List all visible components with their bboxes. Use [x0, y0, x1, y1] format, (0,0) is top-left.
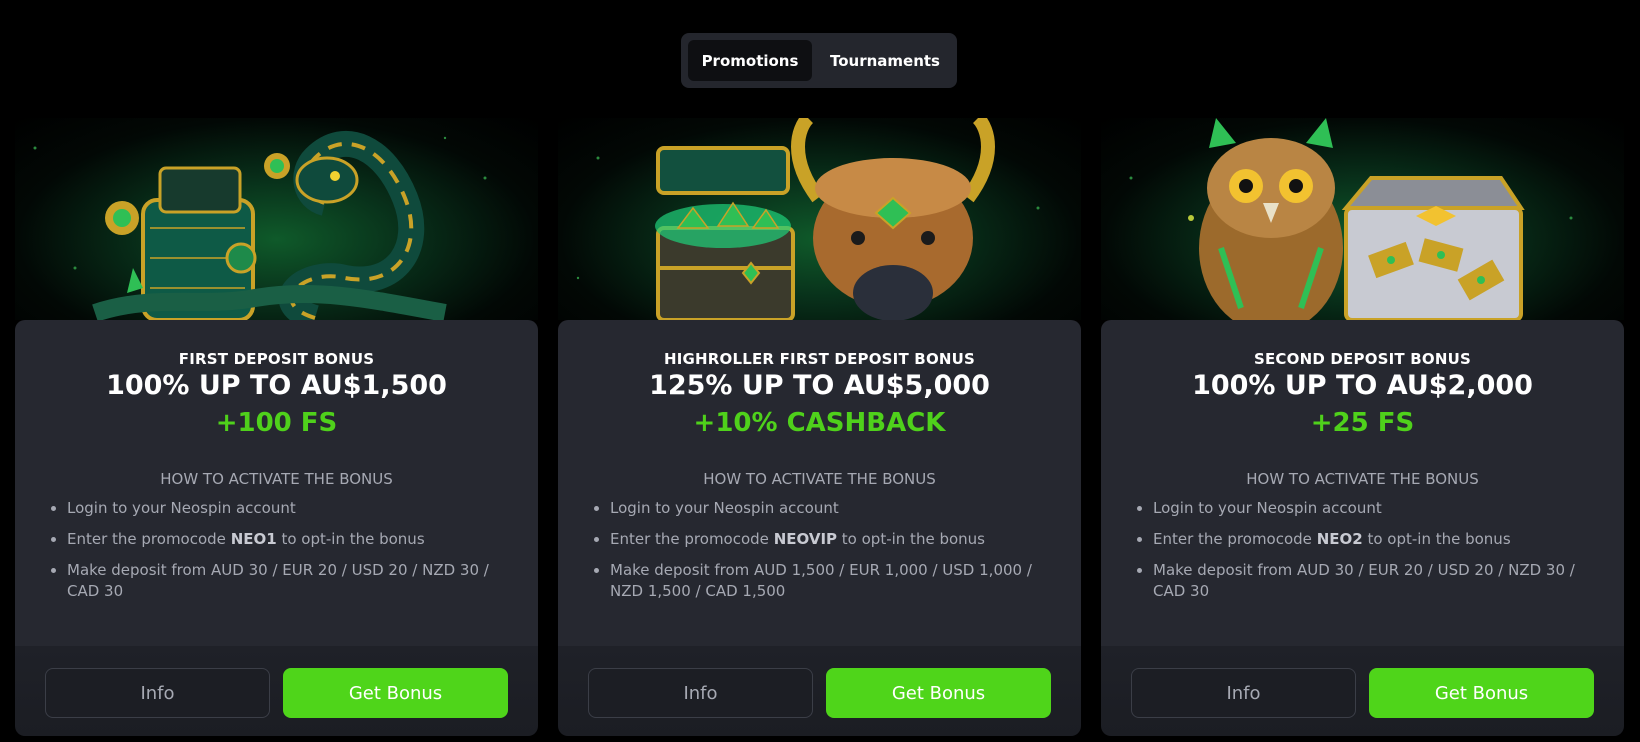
bonus-extra: +10% CASHBACK	[693, 408, 946, 438]
step-deposit: Make deposit from AUD 30 / EUR 20 / USD …	[67, 560, 517, 602]
bull-chest-illustration	[558, 118, 1081, 320]
bonus-card-footer: Info Get Bonus	[15, 646, 538, 736]
step-promocode: Enter the promocode NEO1 to opt-in the b…	[67, 529, 517, 550]
info-button[interactable]: Info	[45, 668, 270, 718]
bonus-extra: +100 FS	[215, 408, 338, 438]
promocode: NEO1	[230, 530, 277, 548]
get-bonus-button[interactable]: Get Bonus	[283, 668, 508, 718]
howto-heading: HOW TO ACTIVATE THE BONUS	[160, 470, 393, 488]
step-login: Login to your Neospin account	[1153, 498, 1603, 519]
step-deposit: Make deposit from AUD 1,500 / EUR 1,000 …	[610, 560, 1060, 602]
activation-steps: Login to your Neospin account Enter the …	[592, 498, 1060, 612]
step-promocode: Enter the promocode NEOVIP to opt-in the…	[610, 529, 1060, 550]
step-login: Login to your Neospin account	[610, 498, 1060, 519]
bonus-extra: +25 FS	[1310, 408, 1415, 438]
step-promocode: Enter the promocode NEO2 to opt-in the b…	[1153, 529, 1603, 550]
step-login: Login to your Neospin account	[67, 498, 517, 519]
bonus-card-first-deposit: FIRST DEPOSIT BONUS 100% UP TO AU$1,500 …	[15, 118, 538, 736]
promo-tabs: Promotions Tournaments	[681, 33, 957, 88]
bonus-card-body: SECOND DEPOSIT BONUS 100% UP TO AU$2,000…	[1101, 320, 1624, 646]
bonus-card-footer: Info Get Bonus	[558, 646, 1081, 736]
bonus-card-footer: Info Get Bonus	[1101, 646, 1624, 736]
bonus-card-body: FIRST DEPOSIT BONUS 100% UP TO AU$1,500 …	[15, 320, 538, 646]
bonus-card-second-deposit: SECOND DEPOSIT BONUS 100% UP TO AU$2,000…	[1101, 118, 1624, 736]
bonus-card-highroller: HIGHROLLER FIRST DEPOSIT BONUS 125% UP T…	[558, 118, 1081, 736]
bonus-card-body: HIGHROLLER FIRST DEPOSIT BONUS 125% UP T…	[558, 320, 1081, 646]
activation-steps: Login to your Neospin account Enter the …	[1135, 498, 1603, 612]
bonus-title: HIGHROLLER FIRST DEPOSIT BONUS	[663, 350, 976, 368]
howto-heading: HOW TO ACTIVATE THE BONUS	[703, 470, 936, 488]
bonus-headline: 125% UP TO AU$5,000	[649, 370, 990, 401]
bonus-title: FIRST DEPOSIT BONUS	[178, 350, 375, 368]
promocode: NEO2	[1316, 530, 1363, 548]
info-button[interactable]: Info	[1131, 668, 1356, 718]
get-bonus-button[interactable]: Get Bonus	[826, 668, 1051, 718]
activation-steps: Login to your Neospin account Enter the …	[49, 498, 517, 612]
get-bonus-button[interactable]: Get Bonus	[1369, 668, 1594, 718]
promocode: NEOVIP	[773, 530, 838, 548]
bonus-headline: 100% UP TO AU$2,000	[1192, 370, 1533, 401]
howto-heading: HOW TO ACTIVATE THE BONUS	[1246, 470, 1479, 488]
bonus-headline: 100% UP TO AU$1,500	[106, 370, 447, 401]
snake-wallet-illustration	[15, 118, 538, 320]
owl-chest-illustration	[1101, 118, 1624, 320]
step-deposit: Make deposit from AUD 30 / EUR 20 / USD …	[1153, 560, 1603, 602]
bonus-title: SECOND DEPOSIT BONUS	[1253, 350, 1472, 368]
tab-tournaments[interactable]: Tournaments	[820, 40, 950, 81]
info-button[interactable]: Info	[588, 668, 813, 718]
tab-promotions[interactable]: Promotions	[688, 40, 812, 81]
